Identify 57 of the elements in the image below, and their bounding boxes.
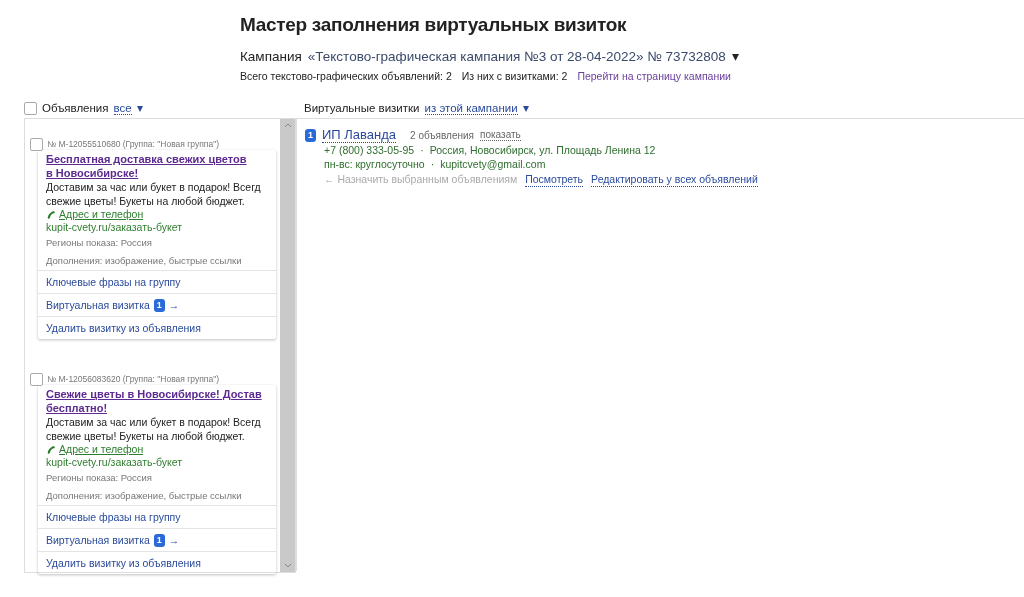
count-badge: 1: [153, 533, 165, 547]
extras-text: Дополнения: изображение, быстрые ссылки: [46, 489, 243, 503]
ad-text: Доставим за час или букет в подарок! Всегд свежие цветы! Букеты на любой бюджет.: [46, 180, 262, 208]
card-action-link[interactable]: Редактировать у всех объявлений: [591, 172, 758, 187]
campaign-page-link[interactable]: Перейти на страницу кампании: [577, 70, 731, 82]
campaign-name[interactable]: «Текстово-графическая кампания №3 от 28-04-2022» № 73732808: [307, 49, 726, 64]
campaign-label: Кампания: [240, 49, 302, 64]
contact-link[interactable]: Адрес и телефон: [59, 208, 144, 221]
checkbox[interactable]: [24, 101, 37, 115]
action-link[interactable]: Ключевые фразы на группу: [38, 270, 276, 293]
scrollbar[interactable]: [280, 119, 295, 572]
checkbox[interactable]: [30, 137, 43, 151]
page-title: Мастер заполнения виртуальных визиток: [240, 14, 628, 36]
ad-title[interactable]: Бесплатная доставка свежих цветов в Новосибирске!: [46, 152, 276, 180]
contact-link[interactable]: Адрес и телефон: [59, 443, 144, 456]
caret-icon[interactable]: ▾: [136, 101, 143, 115]
caret-icon[interactable]: ▾: [731, 48, 739, 64]
separator-dot: ·: [420, 143, 424, 157]
scroll-up-icon[interactable]: [283, 123, 292, 128]
stats-text: Из них с визитками: 2: [461, 70, 568, 82]
ad-text: Доставим за час или букет в подарок! Всегд свежие цветы! Букеты на любой бюджет.: [46, 415, 262, 443]
cards-filter[interactable]: из этой кампании: [424, 101, 518, 115]
regions-text: Регионы показа: Россия: [46, 236, 153, 250]
caret-icon[interactable]: ▾: [522, 101, 529, 115]
ads-filter[interactable]: все: [113, 101, 132, 115]
action-link[interactable]: Удалить визитку из объявления: [38, 551, 276, 574]
stats-text: Всего текстово-графических объявлений: 2: [240, 70, 452, 82]
virtual-card-link[interactable]: Виртуальная визитка: [46, 534, 150, 546]
contact-text: Россия, Новосибирск, ул. Площадь Ленина 12: [429, 143, 656, 157]
action-link[interactable]: Ключевые фразы на группу: [38, 505, 276, 528]
count-badge: 1: [153, 298, 165, 312]
show-link[interactable]: показать: [480, 129, 521, 141]
arrow-icon[interactable]: →: [168, 534, 180, 546]
number-badge: 1: [305, 128, 316, 142]
scroll-down-icon[interactable]: [283, 563, 292, 568]
checkbox[interactable]: [30, 372, 43, 386]
ad-number: № M-12056083620 (Группа: "Новая группа"): [47, 374, 219, 384]
separator-dot: ·: [430, 157, 435, 171]
contact-text: kupitcvety@gmail.com: [440, 157, 546, 171]
ad-url: kupit-cvety.ru/заказать-букет: [46, 221, 184, 234]
action-link[interactable]: Удалить визитку из объявления: [38, 316, 276, 339]
contact-text: пн-вс: круглосуточно: [324, 157, 425, 171]
regions-text: Регионы показа: Россия: [46, 471, 153, 485]
ad-url: kupit-cvety.ru/заказать-букет: [46, 456, 184, 469]
contact-text: +7 (800) 333-05-95: [324, 143, 415, 157]
cards-label: Виртуальные визитки: [304, 102, 420, 114]
phone-icon: [46, 444, 56, 455]
phone-icon: [46, 209, 56, 220]
ads-label: Объявления: [42, 102, 109, 114]
arrow-icon[interactable]: →: [168, 299, 180, 311]
extras-text: Дополнения: изображение, быстрые ссылки: [46, 254, 243, 268]
ad-number: № M-12055510680 (Группа: "Новая группа"): [47, 139, 219, 149]
card-name[interactable]: ИП Лаванда: [322, 127, 397, 143]
ads-count: 2 объявления: [410, 129, 475, 141]
ad-title[interactable]: Свежие цветы в Новосибирске! Достав бесплатно!: [46, 387, 276, 415]
virtual-card-link[interactable]: Виртуальная визитка: [46, 299, 150, 311]
card-action-link[interactable]: Посмотреть: [525, 172, 584, 187]
